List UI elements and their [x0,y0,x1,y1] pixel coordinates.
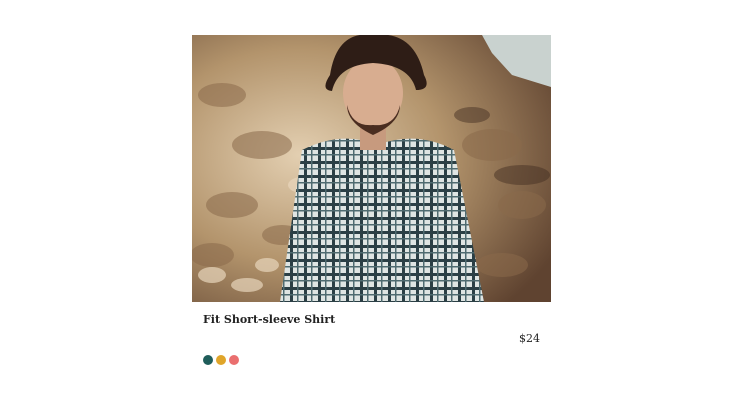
product-image[interactable] [192,35,551,302]
product-price: $24 [519,332,540,345]
product-card: Fit Short-sleeve Shirt $24 [192,35,551,375]
swatch-mustard[interactable] [216,355,226,365]
product-title[interactable]: Fit Short-sleeve Shirt [203,313,335,326]
product-photo [192,35,551,302]
page: Fit Short-sleeve Shirt $24 [0,0,740,400]
swatch-teal[interactable] [203,355,213,365]
color-swatches [203,355,239,365]
swatch-coral[interactable] [229,355,239,365]
